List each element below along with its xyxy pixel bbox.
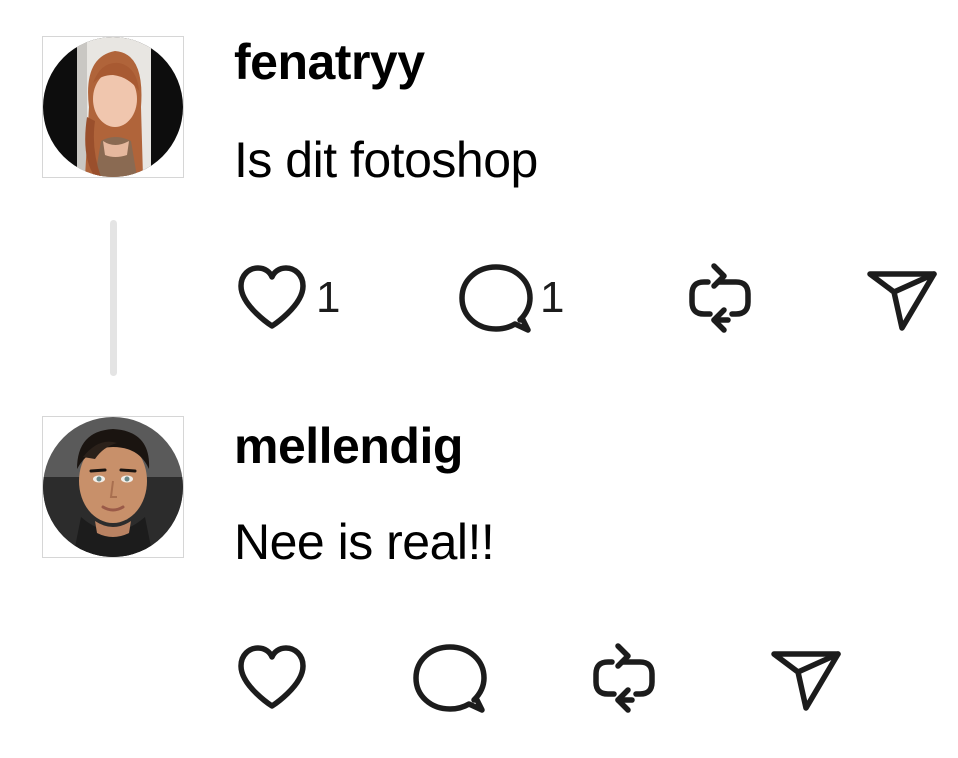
- avatar-image: [43, 37, 183, 177]
- heart-icon: [238, 645, 306, 709]
- avatar[interactable]: [42, 36, 184, 178]
- post-actions: 1 1: [232, 258, 952, 338]
- repost-arrows-icon: [593, 643, 655, 713]
- avatar-image: [43, 417, 183, 557]
- reply-count: 1: [540, 273, 565, 322]
- like-button[interactable]: 1: [232, 258, 340, 338]
- like-button[interactable]: [232, 638, 312, 718]
- avatar[interactable]: [42, 416, 184, 558]
- paper-plane-icon: [867, 271, 937, 331]
- repost-button[interactable]: [584, 638, 664, 718]
- like-count: 1: [316, 273, 341, 322]
- username[interactable]: fenatryy: [234, 34, 425, 90]
- thread-post: mellendig Nee is real!!: [0, 400, 958, 758]
- reply-button[interactable]: 1: [456, 258, 564, 338]
- thread-post: fenatryy Is dit fotoshop 1 1: [0, 0, 958, 380]
- reply-thread-line: [110, 220, 117, 376]
- post-actions: [232, 638, 952, 718]
- reply-button[interactable]: [410, 638, 490, 718]
- speech-bubble-icon: [459, 264, 533, 333]
- share-button[interactable]: [766, 638, 846, 718]
- speech-bubble-icon: [413, 644, 487, 713]
- repost-arrows-icon: [689, 263, 751, 333]
- repost-button[interactable]: [680, 258, 760, 338]
- paper-plane-icon: [771, 651, 841, 711]
- share-button[interactable]: [862, 258, 942, 338]
- post-text: Is dit fotoshop: [234, 132, 538, 188]
- username[interactable]: mellendig: [234, 418, 463, 474]
- heart-icon: [238, 265, 306, 329]
- post-text: Nee is real!!: [234, 514, 495, 570]
